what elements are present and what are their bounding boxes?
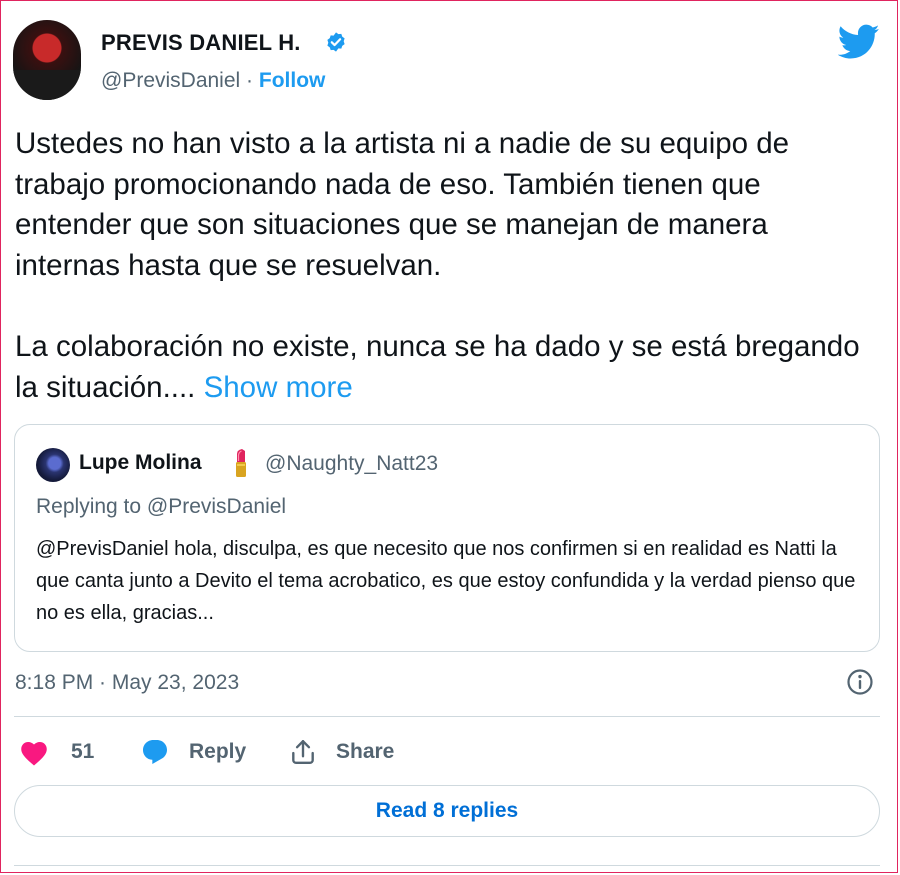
lipstick-icon <box>236 449 246 477</box>
author-handle[interactable]: @PrevisDaniel <box>101 69 240 92</box>
share-label: Share <box>336 740 395 763</box>
verified-badge-icon <box>327 32 345 52</box>
tweet-paragraph-2-text: La colaboración no existe, nunca se ha d… <box>15 329 860 404</box>
separator-dot: · <box>246 69 254 92</box>
share-upload-icon <box>292 740 314 764</box>
tweet-body: Ustedes no han visto a la artista ni a n… <box>15 124 875 408</box>
tweet-paragraph-2: La colaboración no existe, nunca se ha d… <box>15 327 875 408</box>
quoted-tweet[interactable]: Lupe Molina @Naughty_Natt23 Replying to … <box>14 424 880 652</box>
like-count: 51 <box>71 740 95 763</box>
follow-button[interactable]: Follow <box>259 69 326 92</box>
show-more-link[interactable]: Show more <box>204 371 353 404</box>
author-display-name[interactable]: PREVIS DANIEL H. <box>101 30 301 56</box>
tweet-timestamp[interactable]: 8:18 PM · May 23, 2023 <box>15 671 239 695</box>
reply-label: Reply <box>189 740 247 763</box>
like-button[interactable]: 51 <box>19 736 94 768</box>
reply-bubble-icon <box>143 740 167 764</box>
author-avatar[interactable] <box>13 20 81 100</box>
share-button[interactable]: Share <box>290 736 394 768</box>
author-handle-line: @PrevisDaniel · Follow <box>101 69 325 93</box>
tweet-paragraph-1: Ustedes no han visto a la artista ni a n… <box>15 127 790 283</box>
heart-icon <box>21 741 47 766</box>
quoted-tweet-text: @PrevisDaniel hola, disculpa, es que nec… <box>36 538 856 624</box>
twitter-logo-icon[interactable] <box>838 24 880 60</box>
reply-button[interactable]: Reply <box>139 736 246 768</box>
quoted-author-avatar[interactable] <box>36 448 70 482</box>
replying-to-text: Replying to @PrevisDaniel <box>36 495 287 518</box>
quoted-author-name[interactable]: Lupe Molina <box>79 451 202 475</box>
actions-divider <box>14 716 880 717</box>
info-icon[interactable] <box>846 668 874 696</box>
quoted-author-handle[interactable]: @Naughty_Natt23 <box>265 452 438 476</box>
bottom-divider <box>14 865 880 866</box>
read-replies-button[interactable]: Read 8 replies <box>14 785 880 837</box>
